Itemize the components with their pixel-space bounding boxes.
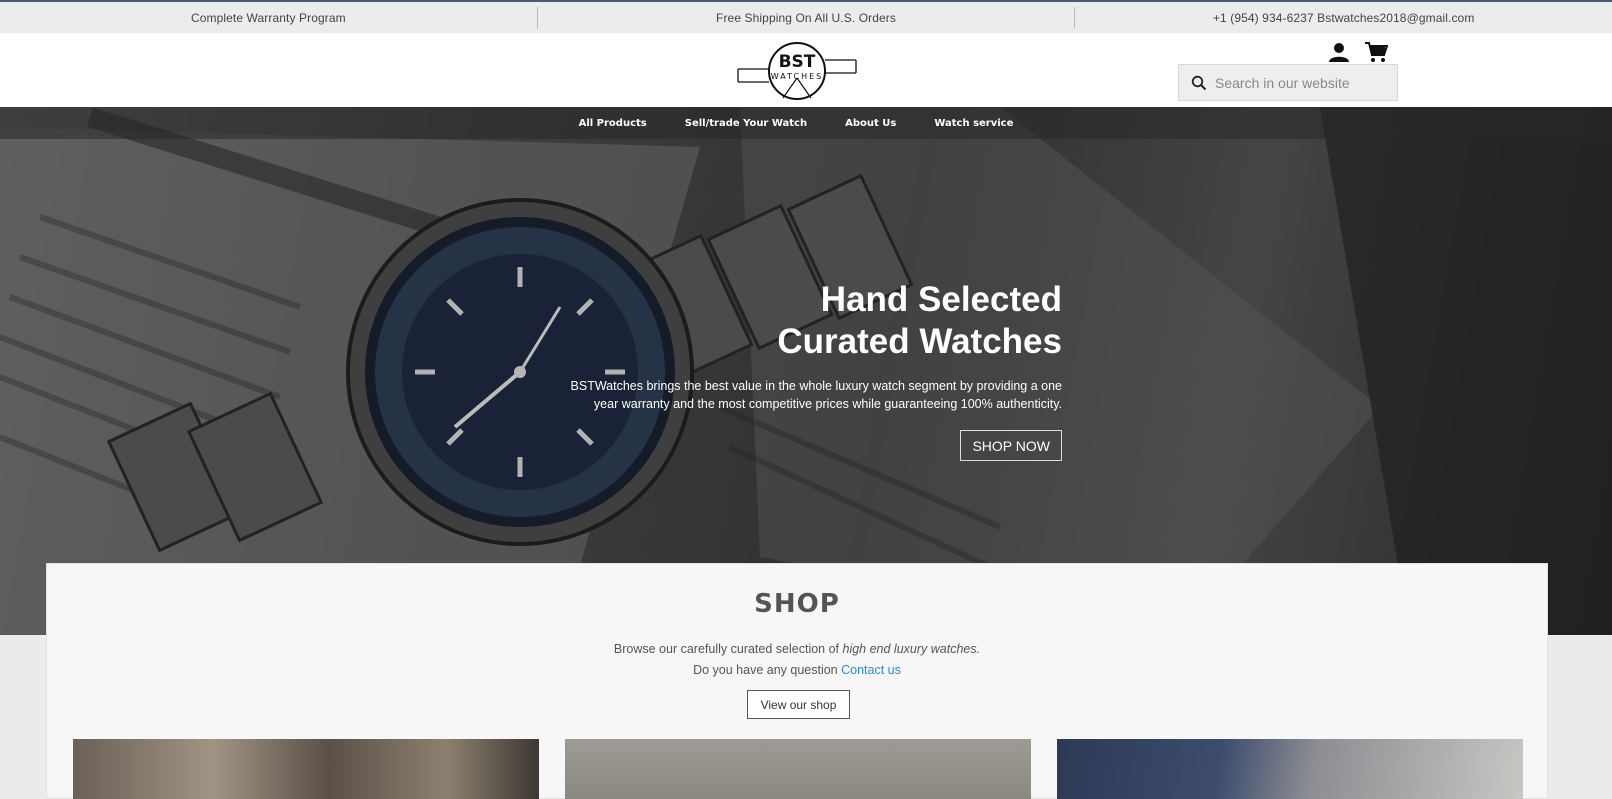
announcement-bar: Complete Warranty Program Free Shipping …: [0, 0, 1612, 33]
hero-title-line1: Hand Selected: [820, 280, 1062, 319]
nav-watch-service[interactable]: Watch service: [934, 118, 1013, 129]
warranty-text: Complete Warranty Program: [190, 10, 346, 25]
hero-banner: All Products Sell/trade Your Watch About…: [0, 107, 1612, 635]
shop-now-button[interactable]: SHOP NOW: [960, 430, 1062, 461]
nav-all-products[interactable]: All Products: [579, 118, 647, 129]
shop-question-text: Do you have any question: [693, 663, 842, 677]
hero-subtitle: BSTWatches brings the best value in the …: [542, 377, 1062, 413]
bst-watches-logo[interactable]: BST WATCHES: [735, 40, 860, 102]
shop-question: Do you have any question Contact us: [47, 663, 1547, 677]
hero-title-line2: Curated Watches: [777, 322, 1062, 361]
hero-subtitle-line1: BSTWatches brings the best value in the …: [570, 379, 1062, 393]
shop-description-emphasis: high end luxury watches.: [842, 642, 981, 656]
search-box[interactable]: [1178, 64, 1398, 101]
contact-us-link[interactable]: Contact us: [841, 663, 901, 677]
shop-description-text: Browse our carefully curated selection o…: [613, 642, 843, 656]
view-shop-button[interactable]: View our shop: [747, 690, 850, 719]
product-card-image[interactable]: [565, 739, 1031, 799]
hero-subtitle-line2: year warranty and the most competitive p…: [593, 397, 1062, 411]
contact-text: +1 (954) 934-6237 Bstwatches2018@gmail.c…: [1212, 10, 1475, 25]
nav-sell-trade[interactable]: Sell/trade Your Watch: [685, 118, 807, 129]
hero-title: Hand Selected Curated Watches: [662, 279, 1062, 363]
nav-about-us[interactable]: About Us: [845, 118, 896, 129]
search-icon[interactable]: [1191, 75, 1207, 91]
shop-description: Browse our carefully curated selection o…: [47, 642, 1547, 656]
product-card-image[interactable]: [1057, 739, 1523, 799]
site-header: BST WATCHES: [0, 33, 1612, 107]
product-card-image[interactable]: [73, 739, 539, 799]
user-icon[interactable]: [1328, 41, 1350, 63]
main-nav: All Products Sell/trade Your Watch About…: [0, 107, 1612, 139]
shop-section: SHOP Browse our carefully curated select…: [46, 563, 1548, 799]
shipping-text: Free Shipping On All U.S. Orders: [716, 10, 896, 25]
logo-subtext: WATCHES: [771, 72, 823, 81]
cart-icon[interactable]: [1364, 41, 1388, 63]
hero-overlay: [0, 107, 1612, 635]
logo-text: BST: [779, 52, 816, 72]
search-input[interactable]: [1215, 74, 1385, 91]
shop-title: SHOP: [754, 589, 840, 619]
